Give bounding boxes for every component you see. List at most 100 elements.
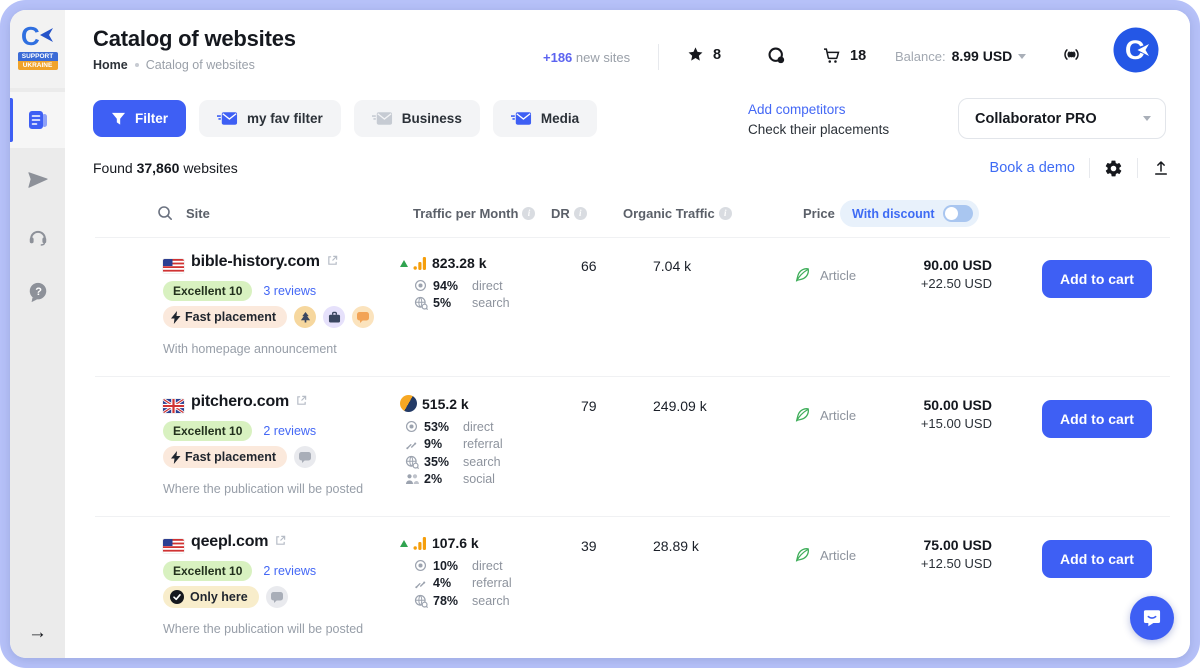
- row-note: With homepage announcement: [163, 342, 337, 356]
- price-cell: 75.00 USD +12.50 USD: [921, 537, 992, 571]
- traffic-value: 823.28 k: [432, 255, 487, 271]
- traffic-source: 94%direct: [414, 277, 510, 295]
- gear-icon: [1104, 159, 1123, 178]
- tree-icon[interactable]: [294, 306, 316, 328]
- traffic-value: 107.6 k: [432, 535, 479, 551]
- rating-badge: Excellent 10: [163, 281, 252, 301]
- cart-button[interactable]: 18: [822, 46, 866, 65]
- sidebar-logo[interactable]: C SUPPORT UKRAINE: [10, 10, 65, 88]
- site-domain-link[interactable]: bible-history.com: [191, 253, 320, 271]
- lightning-icon: [171, 311, 181, 324]
- book-a-demo-link[interactable]: Book a demo: [990, 160, 1075, 176]
- sidebar-item-catalog[interactable]: [10, 92, 65, 148]
- add-to-cart-button[interactable]: Add to cart: [1042, 400, 1152, 438]
- new-sites-link[interactable]: +186 new sites: [543, 50, 630, 65]
- notifications-button[interactable]: [1061, 44, 1082, 70]
- collaborator-logo-icon: C: [21, 22, 55, 50]
- with-discount-toggle[interactable]: [943, 205, 973, 222]
- plan-select[interactable]: Collaborator PRO: [958, 98, 1166, 139]
- bar-chart-icon: [413, 537, 427, 550]
- info-icon[interactable]: i: [574, 207, 587, 220]
- direct-icon: [405, 420, 424, 433]
- star-icon: [687, 46, 704, 63]
- feather-icon: [793, 406, 811, 424]
- traffic-cell: 515.2 k 53%direct 9%referral 35%search: [400, 395, 503, 488]
- add-to-cart-button[interactable]: Add to cart: [1042, 260, 1152, 298]
- traffic-source: 53%direct: [405, 418, 503, 436]
- filter-button-label: Filter: [135, 111, 168, 126]
- funnel-icon: [111, 112, 126, 126]
- upload-icon: [1152, 159, 1170, 177]
- chevron-down-icon: [1018, 54, 1026, 59]
- favorites-button[interactable]: 8: [687, 46, 721, 63]
- feather-icon: [793, 546, 811, 564]
- row-note: Where the publication will be posted: [163, 622, 363, 636]
- price-cell: 90.00 USD +22.50 USD: [921, 257, 992, 291]
- cart-icon: [822, 46, 841, 65]
- traffic-source: 78%search: [414, 592, 512, 610]
- briefcase-icon[interactable]: [323, 306, 345, 328]
- filter-bar: Filter my fav filter Business: [93, 100, 597, 137]
- business-filter-label: Business: [402, 111, 462, 126]
- site-domain-link[interactable]: qeepl.com: [191, 533, 268, 551]
- table-row: qeepl.com Excellent 10 2 reviews Only he…: [95, 530, 1170, 657]
- comment-gray-icon[interactable]: [266, 586, 288, 608]
- placement-type: Article: [793, 406, 856, 424]
- external-link-icon[interactable]: [327, 253, 338, 271]
- traffic-cell: 823.28 k 94%direct 5%search: [400, 255, 510, 312]
- trend-up-icon: [400, 260, 408, 267]
- add-competitors-link[interactable]: Add competitors: [748, 102, 846, 117]
- business-filter-button[interactable]: Business: [354, 100, 480, 137]
- info-icon[interactable]: i: [522, 207, 535, 220]
- reviews-link[interactable]: 2 reviews: [263, 424, 316, 438]
- media-filter-label: Media: [541, 111, 579, 126]
- breadcrumb-home[interactable]: Home: [93, 58, 128, 72]
- price-value: 50.00 USD: [921, 397, 992, 413]
- catalog-icon: [26, 108, 50, 132]
- reviews-link[interactable]: 2 reviews: [263, 564, 316, 578]
- external-link-icon[interactable]: [296, 393, 307, 411]
- fast-placement-badge: Fast placement: [163, 446, 287, 468]
- site-domain-link[interactable]: pitchero.com: [191, 393, 289, 411]
- support-label: SUPPORT: [18, 52, 58, 61]
- add-to-cart-button[interactable]: Add to cart: [1042, 540, 1152, 578]
- sidebar-item-support[interactable]: [10, 208, 65, 264]
- settings-button[interactable]: [1104, 159, 1123, 178]
- export-button[interactable]: [1152, 159, 1170, 177]
- info-icon[interactable]: i: [719, 207, 732, 220]
- traffic-source: 5%search: [414, 295, 510, 313]
- site-search-icon[interactable]: [157, 205, 173, 226]
- topbar-divider: [658, 44, 659, 70]
- with-discount-control: With discount: [840, 200, 979, 227]
- reviews-link[interactable]: 3 reviews: [263, 284, 316, 298]
- price-extra: +22.50 USD: [921, 276, 992, 291]
- comment-icon[interactable]: [352, 306, 374, 328]
- lightning-icon: [171, 451, 181, 464]
- table-row: bible-history.com Excellent 10 3 reviews…: [95, 250, 1170, 377]
- price-cell: 50.00 USD +15.00 USD: [921, 397, 992, 431]
- mail-fast-icon: [217, 111, 238, 126]
- check-placements-text: Check their placements: [748, 120, 889, 140]
- sidebar-expand-arrow[interactable]: →: [10, 622, 65, 644]
- dialogs-button[interactable]: [767, 46, 786, 65]
- traffic-source: 10%direct: [414, 557, 512, 575]
- column-header-price: Price: [803, 206, 835, 221]
- organic-value: 249.09 k: [653, 398, 707, 414]
- my-fav-filter-button[interactable]: my fav filter: [199, 100, 341, 137]
- filter-button[interactable]: Filter: [93, 100, 186, 137]
- breadcrumb: Home Catalog of websites: [93, 58, 255, 72]
- account-avatar[interactable]: C: [1113, 27, 1159, 78]
- media-filter-button[interactable]: Media: [493, 100, 597, 137]
- sidebar-item-help[interactable]: ?: [10, 264, 65, 320]
- price-extra: +12.50 USD: [921, 556, 992, 571]
- organic-value: 28.89 k: [653, 538, 699, 554]
- external-link-icon[interactable]: [275, 533, 286, 551]
- balance-dropdown[interactable]: Balance: 8.99 USD: [895, 48, 1026, 64]
- results-suffix: websites: [183, 160, 237, 176]
- sidebar-item-messages[interactable]: [10, 152, 65, 208]
- comment-gray-icon[interactable]: [294, 446, 316, 468]
- social-icon: [405, 473, 424, 485]
- chat-widget-button[interactable]: [1130, 596, 1174, 640]
- balance-value: 8.99 USD: [952, 48, 1013, 64]
- placement-type: Article: [793, 546, 856, 564]
